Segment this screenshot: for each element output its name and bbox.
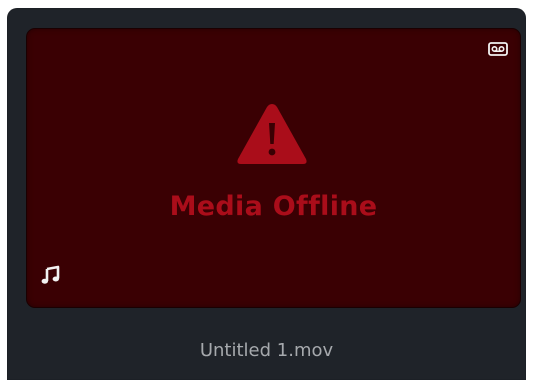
clip-thumbnail[interactable]: Media Offline bbox=[26, 28, 521, 308]
audio-note-icon bbox=[41, 265, 60, 284]
warning-triangle-icon bbox=[237, 104, 307, 164]
media-offline-label: Media Offline bbox=[169, 191, 378, 222]
tape-icon bbox=[488, 42, 508, 56]
clip-card[interactable]: Media Offline Untitled 1.mov bbox=[7, 8, 526, 380]
clip-name-label: Untitled 1.mov bbox=[199, 340, 334, 361]
